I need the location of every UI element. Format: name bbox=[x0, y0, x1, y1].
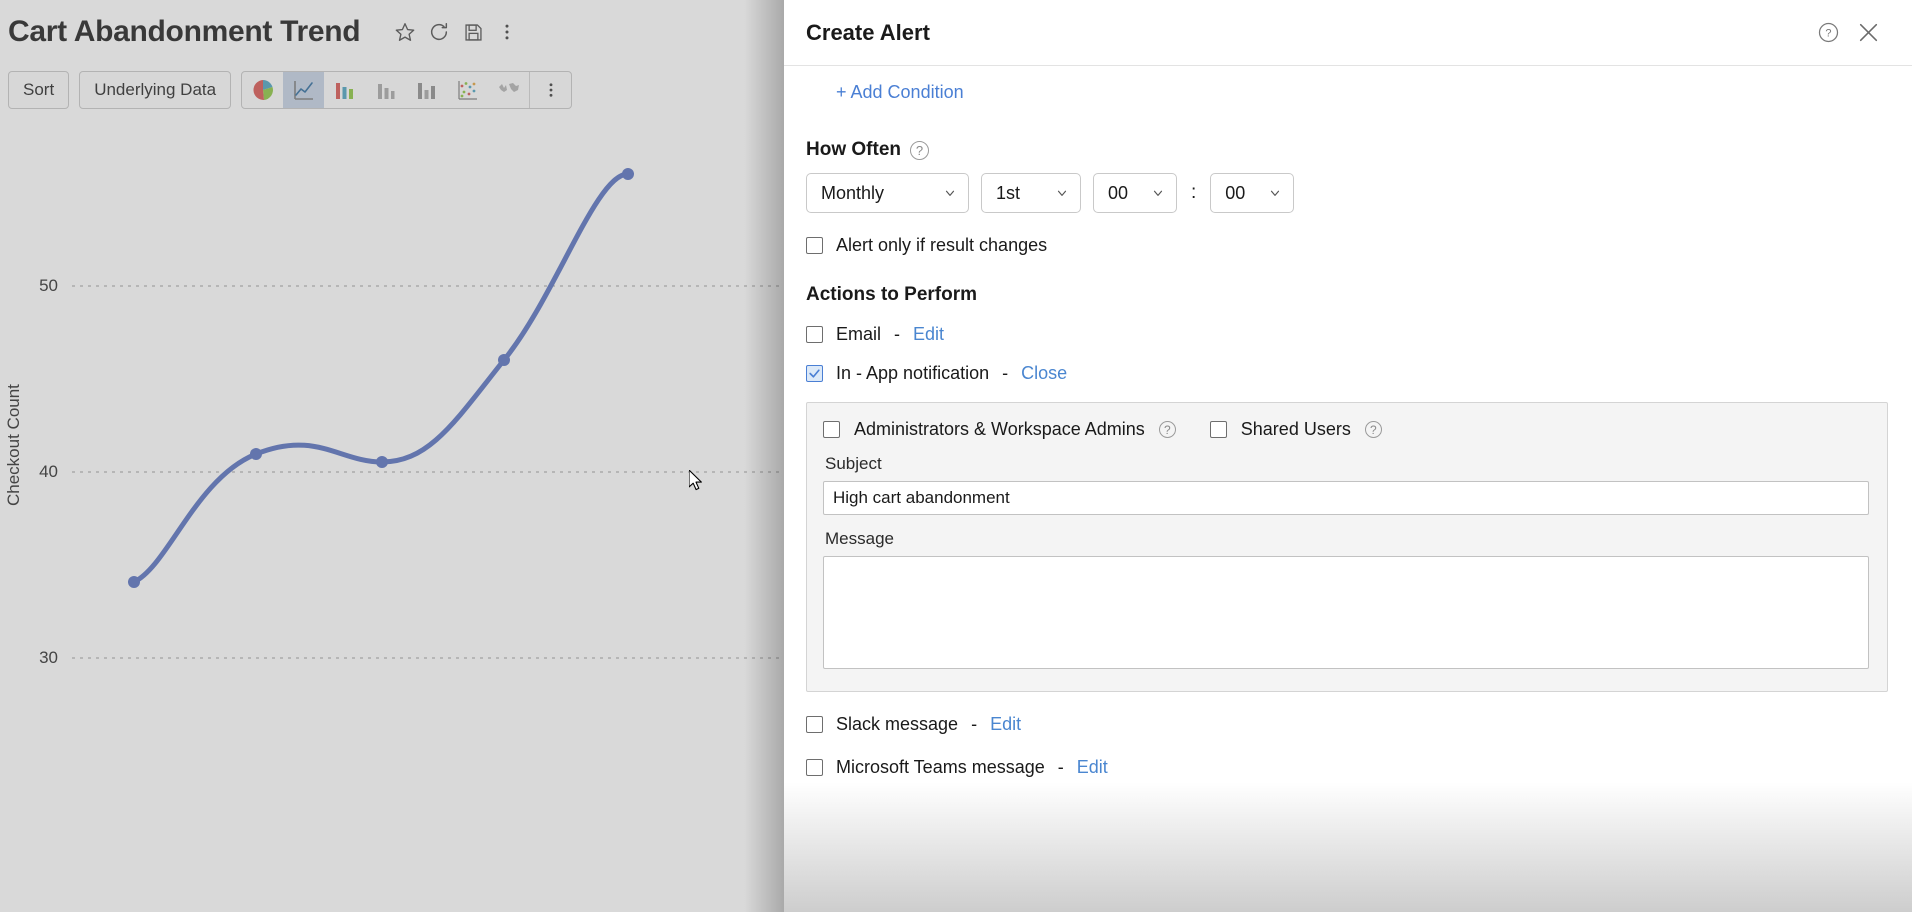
administrators-checkbox[interactable] bbox=[823, 421, 840, 438]
alert-only-if-changes-label: Alert only if result changes bbox=[836, 235, 1047, 256]
shared-users-help-icon[interactable]: ? bbox=[1365, 421, 1382, 438]
how-often-label: How Often bbox=[806, 139, 901, 161]
chevron-down-icon bbox=[943, 186, 957, 200]
chevron-down-icon bbox=[1055, 186, 1069, 200]
panel-body: + Add Condition How Often ? Monthly 1st bbox=[784, 66, 1912, 912]
alert-only-if-changes-row[interactable]: Alert only if result changes bbox=[806, 235, 1888, 256]
action-row-microsoft-teams-message[interactable]: Microsoft Teams message - Edit bbox=[806, 757, 1888, 778]
in-app-notification-label: In - App notification bbox=[836, 363, 989, 384]
action-row-email[interactable]: Email - Edit bbox=[806, 324, 1888, 345]
time-separator: : bbox=[1189, 182, 1198, 204]
underlying-data-button[interactable]: Underlying Data bbox=[79, 71, 231, 109]
y-tick-50: 50 bbox=[18, 276, 58, 296]
day-value: 1st bbox=[996, 183, 1020, 204]
message-textarea[interactable] bbox=[823, 556, 1869, 669]
create-alert-panel: Create Alert ? + Add Condition How Of bbox=[784, 0, 1912, 912]
message-label: Message bbox=[825, 529, 1869, 549]
administrators-label: Administrators & Workspace Admins bbox=[854, 419, 1145, 440]
chart-area: 50 40 30 Checkout Count bbox=[0, 116, 784, 896]
minute-value: 00 bbox=[1225, 183, 1245, 204]
administrators-help-icon[interactable]: ? bbox=[1159, 421, 1176, 438]
alert-only-if-changes-checkbox[interactable] bbox=[806, 237, 823, 254]
slack-message-dash: - bbox=[971, 714, 977, 735]
frequency-value: Monthly bbox=[821, 183, 884, 204]
shared-users-option[interactable]: Shared Users ? bbox=[1210, 419, 1382, 440]
microsoft-teams-message-label: Microsoft Teams message bbox=[836, 757, 1045, 778]
add-condition-link[interactable]: + Add Condition bbox=[806, 66, 964, 103]
schedule-selects: Monthly 1st 00 : bbox=[806, 173, 1888, 213]
in-app-notification-dash: - bbox=[1002, 363, 1008, 384]
bar-chart-icon[interactable] bbox=[324, 72, 365, 108]
email-edit-link[interactable]: Edit bbox=[913, 324, 944, 345]
admins-option[interactable]: Administrators & Workspace Admins ? bbox=[823, 419, 1176, 440]
chevron-down-icon bbox=[1268, 186, 1282, 200]
shared-users-checkbox[interactable] bbox=[1210, 421, 1227, 438]
bottom-actions: Slack message - Edit Microsoft Teams mes… bbox=[806, 714, 1888, 778]
microsoft-teams-message-edit-link[interactable]: Edit bbox=[1077, 757, 1108, 778]
action-row-in-app-notification[interactable]: In - App notification - Close bbox=[806, 363, 1888, 384]
microsoft-teams-message-checkbox[interactable] bbox=[806, 759, 823, 776]
slack-message-checkbox[interactable] bbox=[806, 716, 823, 733]
chevron-down-icon bbox=[1151, 186, 1165, 200]
app-root: Cart Abandonment Trend bbox=[0, 0, 1912, 912]
dashboard-panel: Cart Abandonment Trend bbox=[0, 0, 784, 912]
y-axis-title: Checkout Count bbox=[4, 384, 24, 506]
save-icon[interactable] bbox=[456, 15, 490, 49]
action-row-slack-message[interactable]: Slack message - Edit bbox=[806, 714, 1888, 735]
dashboard-toolbar: Sort Underlying Data bbox=[0, 64, 784, 116]
frequency-select[interactable]: Monthly bbox=[806, 173, 969, 213]
actions-to-perform-heading: Actions to Perform bbox=[806, 284, 1888, 306]
email-label: Email bbox=[836, 324, 881, 345]
line-chart-svg bbox=[0, 116, 784, 896]
panel-header: Create Alert ? bbox=[784, 0, 1912, 66]
favorite-star-icon[interactable] bbox=[388, 15, 422, 49]
combo-chart-icon[interactable] bbox=[406, 72, 447, 108]
close-icon[interactable] bbox=[1848, 13, 1888, 53]
page-title: Cart Abandonment Trend bbox=[8, 15, 360, 49]
email-checkbox[interactable] bbox=[806, 326, 823, 343]
y-tick-40: 40 bbox=[18, 462, 58, 482]
hour-select[interactable]: 00 bbox=[1093, 173, 1177, 213]
subject-input[interactable]: High cart abandonment bbox=[823, 481, 1869, 515]
in-app-notification-checkbox[interactable] bbox=[806, 365, 823, 382]
subject-label: Subject bbox=[825, 454, 1869, 474]
line-chart-icon[interactable] bbox=[283, 72, 324, 108]
pie-chart-icon[interactable] bbox=[242, 72, 283, 108]
how-often-label-row: How Often ? bbox=[806, 139, 1888, 161]
microsoft-teams-message-dash: - bbox=[1058, 757, 1064, 778]
in-app-notification-box: Administrators & Workspace Admins ? Shar… bbox=[806, 402, 1888, 692]
chart-more-options-icon[interactable] bbox=[530, 72, 571, 108]
in-app-notification-close-link[interactable]: Close bbox=[1021, 363, 1067, 384]
email-dash: - bbox=[894, 324, 900, 345]
help-circle-icon[interactable]: ? bbox=[1808, 13, 1848, 53]
svg-text:?: ? bbox=[1825, 28, 1831, 40]
chart-type-group bbox=[241, 71, 572, 109]
hour-value: 00 bbox=[1108, 183, 1128, 204]
scatter-chart-icon[interactable] bbox=[447, 72, 488, 108]
day-select[interactable]: 1st bbox=[981, 173, 1081, 213]
column-chart-icon[interactable] bbox=[365, 72, 406, 108]
slack-message-label: Slack message bbox=[836, 714, 958, 735]
sort-button[interactable]: Sort bbox=[8, 71, 69, 109]
more-options-icon[interactable] bbox=[490, 15, 524, 49]
panel-bottom-fade bbox=[784, 782, 1912, 912]
dashboard-header: Cart Abandonment Trend bbox=[0, 0, 784, 64]
refresh-icon[interactable] bbox=[422, 15, 456, 49]
panel-title: Create Alert bbox=[806, 20, 930, 46]
how-often-help-icon[interactable]: ? bbox=[910, 141, 929, 160]
y-tick-30: 30 bbox=[18, 648, 58, 668]
notification-recipients-row: Administrators & Workspace Admins ? Shar… bbox=[823, 419, 1869, 440]
slack-message-edit-link[interactable]: Edit bbox=[990, 714, 1021, 735]
shared-users-label: Shared Users bbox=[1241, 419, 1351, 440]
map-chart-icon[interactable] bbox=[488, 72, 529, 108]
minute-select[interactable]: 00 bbox=[1210, 173, 1294, 213]
